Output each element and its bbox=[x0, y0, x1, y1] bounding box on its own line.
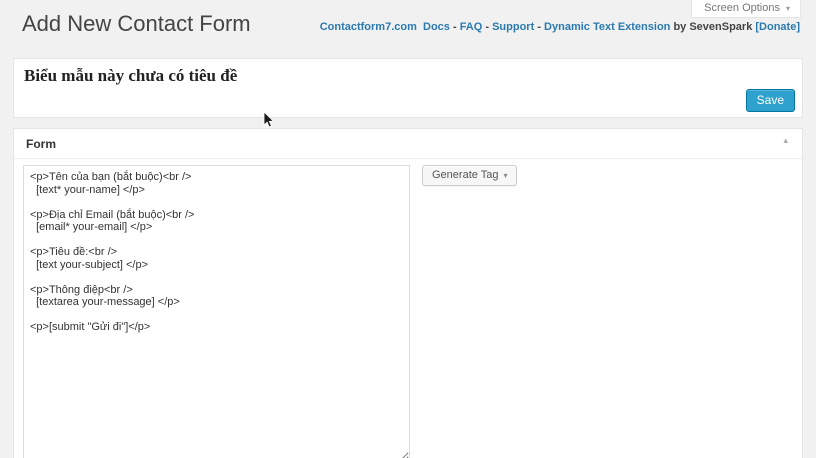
form-panel-header[interactable]: Form ▴ bbox=[14, 129, 802, 159]
tag-generator-column: Generate Tag ▾ bbox=[422, 165, 517, 186]
by-text: by bbox=[670, 21, 689, 33]
contactform7-link[interactable]: Contactform7.com bbox=[320, 21, 417, 33]
add-contact-form-page: { "page": { "title": "Add New Contact Fo… bbox=[0, 0, 816, 458]
form-panel-body: <p>Tên của bạn (bắt buộc)<br /> [text* y… bbox=[14, 159, 802, 458]
faq-link[interactable]: FAQ bbox=[460, 21, 483, 33]
donate-link[interactable]: [Donate] bbox=[755, 21, 800, 33]
chevron-down-icon: ▾ bbox=[786, 4, 790, 13]
panel-toggle-icon[interactable]: ▴ bbox=[783, 135, 788, 146]
form-template-textarea[interactable]: <p>Tên của bạn (bắt buộc)<br /> [text* y… bbox=[23, 165, 410, 458]
dynamic-text-extension-link[interactable]: Dynamic Text Extension bbox=[544, 21, 670, 33]
link-separator: - bbox=[450, 21, 460, 33]
form-panel: Form ▴ <p>Tên của bạn (bắt buộc)<br /> [… bbox=[13, 128, 803, 458]
generate-tag-label: Generate Tag bbox=[432, 169, 498, 181]
chevron-down-icon: ▾ bbox=[503, 171, 507, 180]
support-link[interactable]: Support bbox=[492, 21, 534, 33]
docs-link[interactable]: Docs bbox=[423, 21, 450, 33]
form-title-box: Biểu mẫu này chưa có tiêu đề Save bbox=[13, 58, 803, 118]
link-separator: - bbox=[534, 21, 544, 33]
sevenspark-text: SevenSpark bbox=[689, 21, 752, 33]
header-links: Contactform7.com Docs - FAQ - Support - … bbox=[320, 21, 800, 33]
screen-options-tab[interactable]: Screen Options ▾ bbox=[691, 0, 801, 18]
save-button[interactable]: Save bbox=[746, 89, 795, 112]
page-title: Add New Contact Form bbox=[22, 10, 251, 39]
link-separator: - bbox=[482, 21, 492, 33]
screen-options-label: Screen Options bbox=[704, 2, 780, 14]
form-untitled-heading[interactable]: Biểu mẫu này chưa có tiêu đề bbox=[14, 59, 802, 86]
generate-tag-button[interactable]: Generate Tag ▾ bbox=[422, 165, 517, 186]
form-panel-title: Form bbox=[26, 137, 56, 151]
